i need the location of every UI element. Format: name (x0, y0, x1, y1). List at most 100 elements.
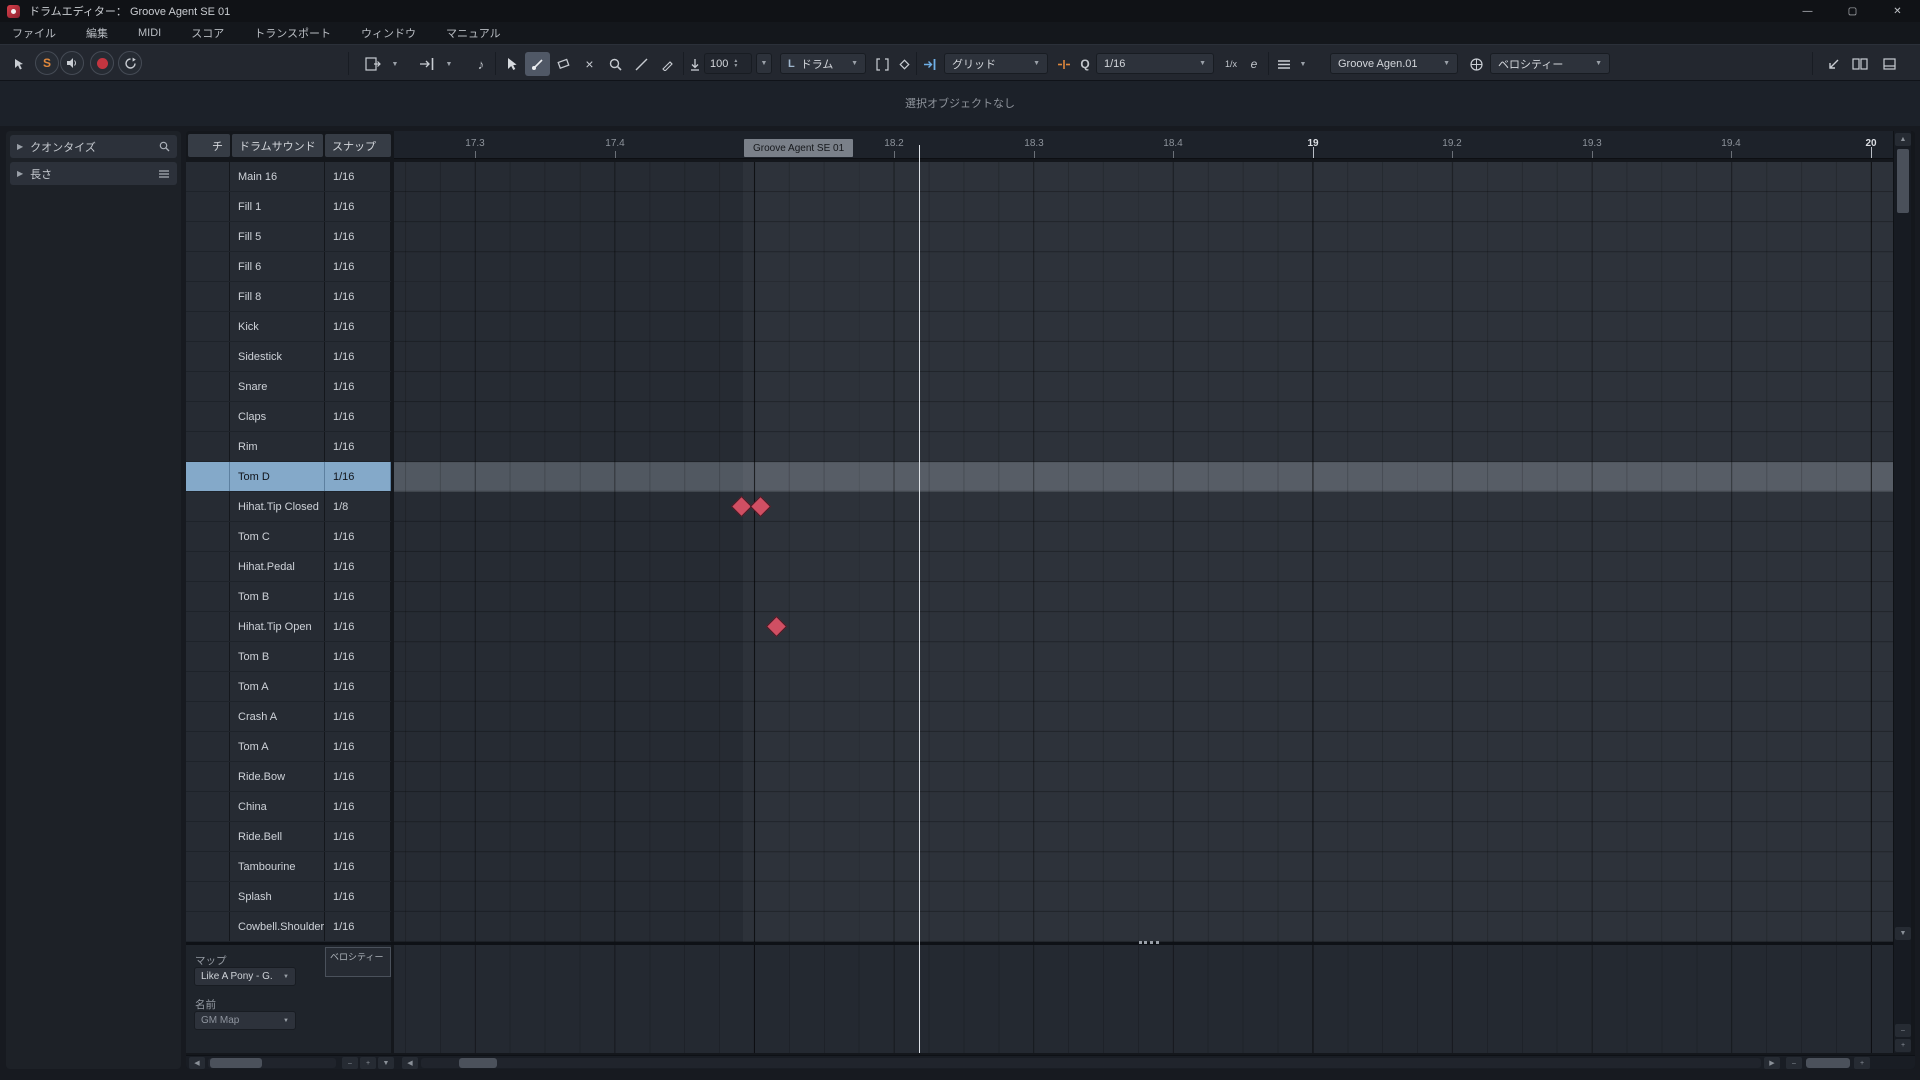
scroll-left-button[interactable]: ◀ (402, 1057, 418, 1069)
drum-row[interactable]: Fill 81/16 (186, 282, 391, 312)
drum-sound-name[interactable]: Tom A (230, 672, 325, 701)
row-zoom-out-button[interactable]: – (342, 1057, 358, 1069)
drum-row[interactable]: Tom B1/16 (186, 582, 391, 612)
edited-part-select[interactable]: Groove Agen.01 ▼ (1330, 53, 1458, 74)
drum-sound-name[interactable]: Hihat.Tip Closed (230, 492, 325, 521)
menu-item-MIDI[interactable]: MIDI (138, 27, 161, 39)
snap-value[interactable]: 1/16 (325, 432, 391, 461)
snap-value[interactable]: 1/8 (325, 492, 391, 521)
drum-row[interactable]: Fill 11/16 (186, 192, 391, 222)
snap-value[interactable]: 1/16 (325, 462, 391, 491)
vertical-scrollbar-thumb[interactable] (1897, 149, 1909, 213)
mute-tool[interactable]: × (577, 52, 602, 76)
drum-sound-name[interactable]: Splash (230, 882, 325, 911)
snap-value[interactable]: 1/16 (325, 552, 391, 581)
minimize-button[interactable]: — (1785, 0, 1830, 22)
setup-window-icon[interactable] (1878, 52, 1900, 76)
drum-sound-name[interactable]: Crash A (230, 702, 325, 731)
drum-sound-name[interactable]: Tom B (230, 642, 325, 671)
velocity-input[interactable]: 100 ▲▼ (704, 53, 752, 74)
audition-note-icon[interactable]: ♪ (470, 52, 492, 76)
drum-row[interactable]: Tom C1/16 (186, 522, 391, 552)
part-layers-icon[interactable] (1274, 52, 1294, 76)
drum-row[interactable]: Ride.Bell1/16 (186, 822, 391, 852)
drum-map-select[interactable]: Like A Pony - G. ▼ (194, 967, 296, 986)
drum-sound-name[interactable]: China (230, 792, 325, 821)
menu-item-マニュアル[interactable]: マニュアル (446, 25, 501, 41)
inspector-section-length[interactable]: ▶ 長さ (10, 162, 177, 185)
drum-sound-name[interactable]: Claps (230, 402, 325, 431)
drumstick-tool[interactable] (525, 52, 550, 76)
drum-row[interactable]: Snare1/16 (186, 372, 391, 402)
timeline-scrollbar-track[interactable] (421, 1058, 1761, 1068)
menu-item-トランスポート[interactable]: トランスポート (254, 25, 331, 41)
drum-row[interactable]: Fill 51/16 (186, 222, 391, 252)
drum-row[interactable]: Tom D1/16 (186, 462, 391, 492)
drum-sound-name[interactable]: Fill 1 (230, 192, 325, 221)
drum-row[interactable]: Splash1/16 (186, 882, 391, 912)
v-zoom-in-button[interactable]: + (1895, 1039, 1911, 1052)
scroll-right-button[interactable]: ▶ (1764, 1057, 1780, 1069)
snap-value[interactable]: 1/16 (325, 642, 391, 671)
scroll-down-button[interactable]: ▼ (1895, 927, 1911, 940)
menu-item-編集[interactable]: 編集 (86, 25, 108, 41)
drum-sound-name[interactable]: Tom B (230, 582, 325, 611)
drum-sound-name[interactable]: Hihat.Tip Open (230, 612, 325, 641)
drum-row[interactable]: Hihat.Pedal1/16 (186, 552, 391, 582)
drum-row[interactable]: Cowbell.Shoulder1/16 (186, 912, 391, 942)
row-zoom-menu-button[interactable]: ▼ (378, 1057, 394, 1069)
snap-value[interactable]: 1/16 (325, 612, 391, 641)
drum-row[interactable]: Kick1/16 (186, 312, 391, 342)
snap-value[interactable]: 1/16 (325, 252, 391, 281)
drum-sound-name[interactable]: Ride.Bow (230, 762, 325, 791)
snap-value[interactable]: 1/16 (325, 402, 391, 431)
velocity-dropdown[interactable]: ▼ (756, 53, 772, 74)
snap-value[interactable]: 1/16 (325, 372, 391, 401)
drum-sound-name[interactable]: Fill 5 (230, 222, 325, 251)
select-tool[interactable] (499, 52, 524, 76)
h-zoom-in-button[interactable]: + (1854, 1057, 1870, 1069)
snap-value[interactable]: 1/16 (325, 912, 391, 941)
drum-row[interactable]: Hihat.Tip Open1/16 (186, 612, 391, 642)
open-in-lower-zone-icon[interactable] (1822, 52, 1844, 76)
drum-row[interactable]: Main 161/16 (186, 162, 391, 192)
snap-value[interactable]: 1/16 (325, 702, 391, 731)
menu-item-スコア[interactable]: スコア (191, 25, 224, 41)
drum-row[interactable]: Fill 61/16 (186, 252, 391, 282)
name-select[interactable]: GM Map ▼ (194, 1011, 296, 1030)
line-tool[interactable] (629, 52, 654, 76)
drum-row[interactable]: Tom A1/16 (186, 672, 391, 702)
audition-button[interactable] (60, 51, 84, 75)
inspector-section-quantize[interactable]: ▶ クオンタイズ (10, 135, 177, 158)
snap-value[interactable]: 1/16 (325, 342, 391, 371)
snap-value[interactable]: 1/16 (325, 792, 391, 821)
pin-icon[interactable] (8, 52, 30, 76)
eraser-tool[interactable] (551, 52, 576, 76)
v-zoom-out-button[interactable]: – (1895, 1024, 1911, 1037)
drum-row[interactable]: Ride.Bow1/16 (186, 762, 391, 792)
list-scrollbar-thumb[interactable] (210, 1058, 262, 1068)
drum-sound-name[interactable]: Kick (230, 312, 325, 341)
part-layers-dropdown[interactable]: ▼ (1296, 52, 1310, 76)
drum-sound-name[interactable]: Snare (230, 372, 325, 401)
window-layout-icon[interactable] (1848, 52, 1872, 76)
drum-sound-name[interactable]: Hihat.Pedal (230, 552, 325, 581)
drum-row[interactable]: Crash A1/16 (186, 702, 391, 732)
record-button[interactable] (90, 51, 114, 75)
snap-value[interactable]: 1/16 (325, 282, 391, 311)
snap-value[interactable]: 1/16 (325, 852, 391, 881)
cycle-button[interactable] (118, 51, 142, 75)
drum-sound-name[interactable]: Fill 6 (230, 252, 325, 281)
event-colors-select[interactable]: ベロシティー ▼ (1490, 53, 1610, 74)
autoscroll-dropdown[interactable]: ▼ (442, 52, 456, 76)
snap-value[interactable]: 1/16 (325, 762, 391, 791)
scroll-up-button[interactable]: ▲ (1895, 133, 1911, 146)
drum-row[interactable]: Claps1/16 (186, 402, 391, 432)
drum-sound-name[interactable]: Tom D (230, 462, 325, 491)
note-grid[interactable] (394, 162, 1893, 942)
autoscroll-icon[interactable] (414, 52, 440, 76)
snap-icon[interactable] (920, 52, 940, 76)
page-scroll-dropdown[interactable]: ▼ (388, 52, 402, 76)
drum-sound-name[interactable]: Ride.Bell (230, 822, 325, 851)
drum-sound-name[interactable]: Tambourine (230, 852, 325, 881)
